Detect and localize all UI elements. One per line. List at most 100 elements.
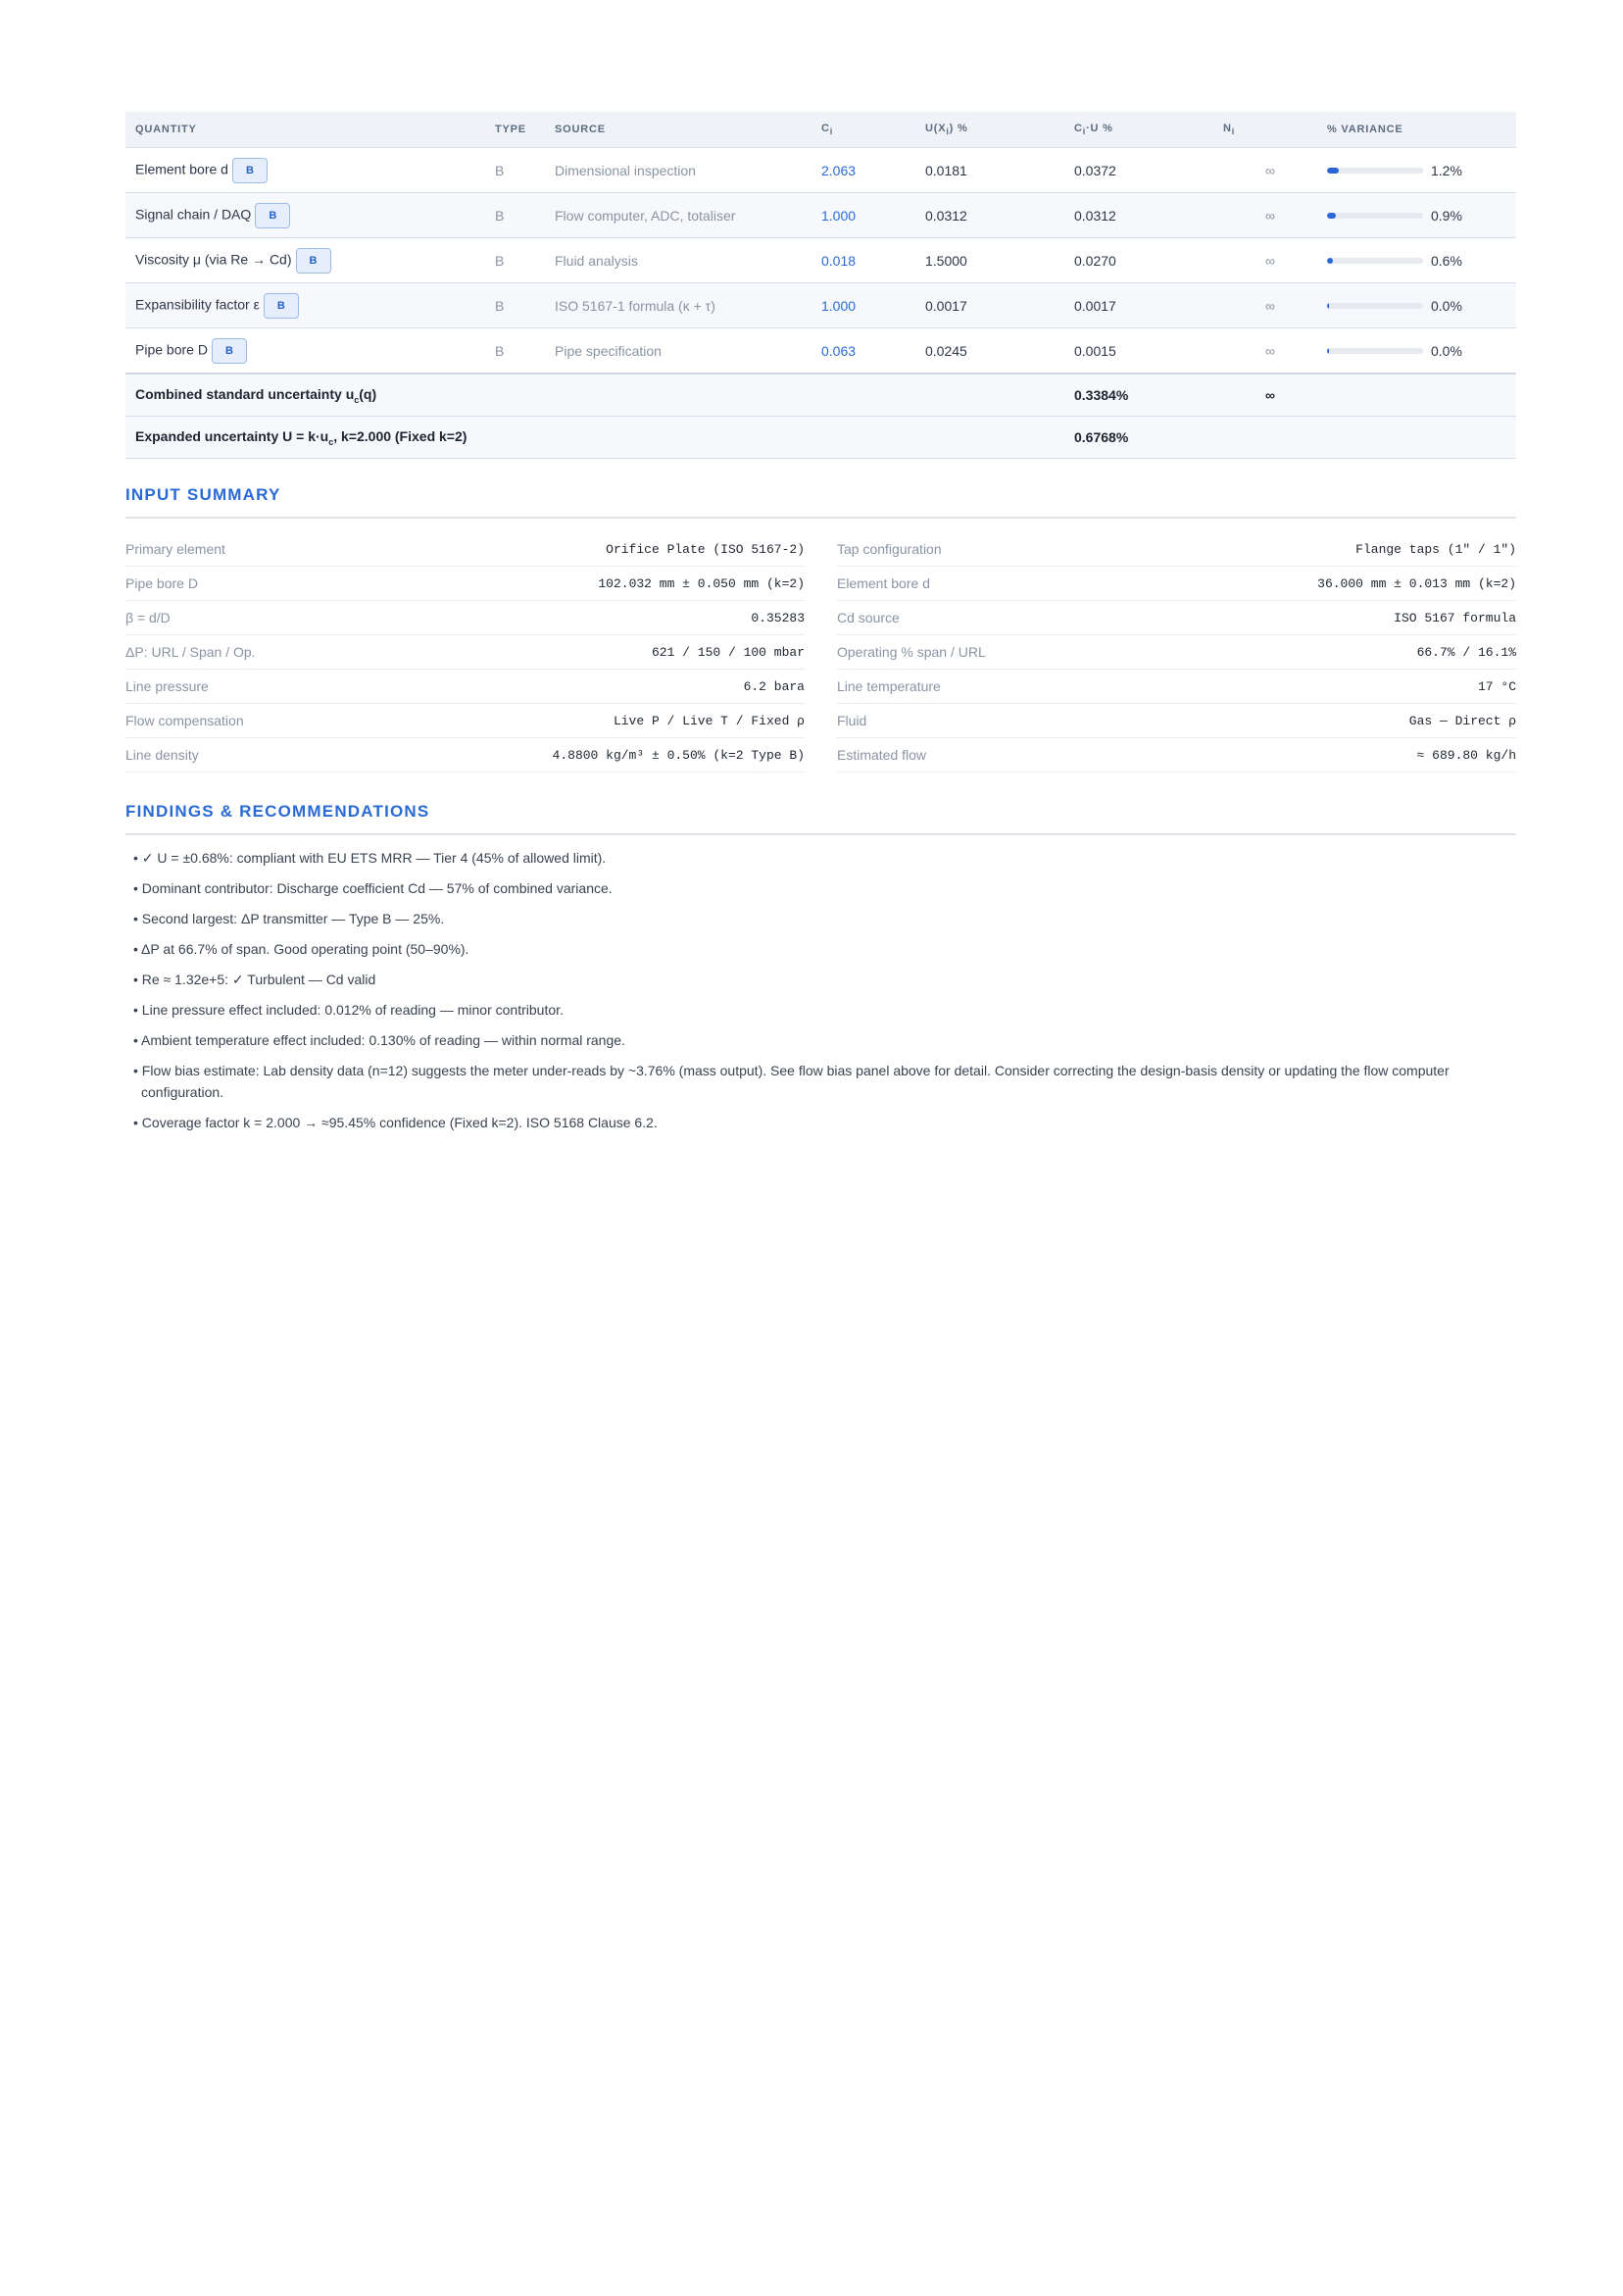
combined-ni: ∞: [1213, 373, 1317, 417]
summary-row: Primary element Orifice Plate (ISO 5167-2…: [125, 532, 805, 567]
type-badge[interactable]: B: [211, 337, 247, 364]
summary-row: Line density 4.8800 kg/m³ ± 0.50% (k=2 Ty…: [125, 738, 805, 773]
summary-row: Fluid Gas — Direct ρ: [837, 704, 1516, 738]
u-cell: 0.0017: [915, 282, 1064, 328]
source-cell: Fluid analysis: [545, 237, 812, 283]
summary-value: 6.2 bara: [743, 678, 805, 694]
expanded-value: 0.6768%: [1064, 416, 1213, 459]
type-badge[interactable]: B: [255, 202, 291, 228]
type-badge[interactable]: B: [231, 157, 268, 183]
finding-item: • Second largest: ΔP transmitter — Type …: [133, 911, 445, 926]
summary-value: Orifice Plate (ISO 5167-2): [606, 541, 805, 557]
ci-cell: 1.000: [812, 282, 915, 328]
ni-cell: ∞: [1213, 147, 1317, 193]
input-summary: Primary element Orifice Plate (ISO 5167-2…: [125, 532, 1516, 773]
summary-row: Line temperature 17 °C: [837, 670, 1516, 704]
variance-label: 0.6%: [1431, 252, 1462, 269]
quantity-label: Signal chain / DAQ: [135, 206, 252, 223]
variance-label: 0.0%: [1431, 297, 1462, 314]
variance-cell: 0.0%: [1317, 327, 1516, 374]
type-cell: B: [485, 282, 545, 328]
summary-row: β = d/D 0.35283: [125, 601, 805, 635]
ni-cell: ∞: [1213, 282, 1317, 328]
summary-label: Element bore d: [837, 575, 930, 591]
summary-value: ≈ 689.80 kg/h: [1416, 747, 1516, 763]
finding-item: • ΔP at 66.7% of span. Good operating po…: [133, 941, 469, 957]
ni-cell: ∞: [1213, 192, 1317, 238]
summary-row: Operating % span / URL 66.7% / 16.1%: [837, 635, 1516, 670]
variance-bar: [1327, 302, 1423, 309]
finding-item: • Re ≈ 1.32e+5: ✓ Turbulent — Cd valid: [133, 972, 376, 987]
summary-label: Line density: [125, 747, 199, 763]
ciu-cell: 0.0312: [1064, 192, 1213, 238]
variance-bar-fill: [1327, 257, 1333, 264]
summary-label: Line pressure: [125, 678, 209, 694]
col-ciu: Ci·U %: [1064, 112, 1213, 148]
col-variance: % VARIANCE: [1317, 112, 1516, 148]
u-cell: 0.0312: [915, 192, 1064, 238]
table-row: Expansibility factor ε B B ISO 5167-1 formu…: [125, 282, 1516, 328]
summary-row: Element bore d 36.000 mm ± 0.013 mm (k=2): [837, 567, 1516, 601]
ci-cell: 2.063: [812, 147, 915, 193]
summary-label: Primary element: [125, 541, 225, 557]
quantity-cell: Expansibility factor εB: [125, 282, 485, 328]
summary-label: Operating % span / URL: [837, 644, 986, 660]
summary-label: Fluid: [837, 713, 867, 728]
summary-value: Gas — Direct ρ: [1408, 713, 1516, 728]
summary-value: 621 / 150 / 100 mbar: [651, 644, 805, 660]
combined-uncertainty-row: Combined standard uncertainty uc(q) 0.33…: [125, 373, 1516, 417]
col-ci: Ci: [812, 112, 915, 148]
summary-label: Tap configuration: [837, 541, 942, 557]
combined-label: Combined standard uncertainty uc(q): [125, 373, 1064, 417]
variance-cell: 0.6%: [1317, 237, 1516, 283]
quantity-cell: Pipe bore DB: [125, 327, 485, 374]
variance-label: 0.9%: [1431, 207, 1462, 224]
ciu-cell: 0.0015: [1064, 327, 1213, 374]
summary-value: 102.032 mm ± 0.050 mm (k=2): [598, 575, 805, 591]
source-cell: Flow computer, ADC, totaliser: [545, 192, 812, 238]
variance-bar: [1327, 167, 1423, 174]
variance-label: 0.0%: [1431, 342, 1462, 359]
quantity-cell: Viscosity μ (via Re → Cd) B: [125, 237, 485, 283]
summary-label: Cd source: [837, 610, 900, 625]
summary-label: Line temperature: [837, 678, 941, 694]
expanded-empty: [1317, 416, 1516, 459]
ni-cell: ∞: [1213, 237, 1317, 283]
variance-bar: [1327, 257, 1423, 264]
u-cell: 0.0245: [915, 327, 1064, 374]
summary-value: 36.000 mm ± 0.013 mm (k=2): [1317, 575, 1516, 591]
summary-value: ISO 5167 formula: [1394, 610, 1516, 625]
ni-cell: ∞: [1213, 327, 1317, 374]
summary-label: β = d/D: [125, 610, 171, 625]
finding-item: • Line pressure effect included: 0.012% …: [133, 1002, 564, 1018]
type-cell: B: [485, 327, 545, 374]
col-source: SOURCE: [545, 112, 812, 148]
quantity-cell: Signal chain / DAQ B: [125, 192, 485, 238]
type-cell: B: [485, 237, 545, 283]
quantity-cell: Element bore dB: [125, 147, 485, 193]
table-row: Element bore d B B Dimensional inspection 2.…: [125, 147, 1516, 193]
ciu-cell: 0.0017: [1064, 282, 1213, 328]
u-cell: 0.0181: [915, 147, 1064, 193]
quantity-label: Viscosity μ (via Re → Cd): [135, 251, 292, 268]
col-ni: Ni: [1213, 112, 1317, 148]
summary-value: 4.8800 kg/m³ ± 0.50% (k=2 Type B): [552, 747, 805, 763]
quantity-label: Expansibility factor ε: [135, 296, 260, 313]
table-header-row: QUANTITY TYPE SOURCE Ci U(Xi) % Ci·U % N…: [125, 112, 1516, 148]
type-badge[interactable]: B: [295, 247, 331, 274]
summary-value: 17 °C: [1477, 678, 1516, 694]
source-cell: Dimensional inspection: [545, 147, 812, 193]
ci-cell: 1.000: [812, 192, 915, 238]
source-cell: ISO 5167-1 formula (κ + τ): [545, 282, 812, 328]
summary-value: Live P / Live T / Fixed ρ: [613, 713, 805, 728]
table-row: Pipe bore D B B Pipe specification 0.063 0.02…: [125, 327, 1516, 374]
u-cell: 1.5000: [915, 237, 1064, 283]
quantity-label: Element bore d: [135, 161, 228, 177]
summary-value: Flange taps (1" / 1"): [1355, 541, 1516, 557]
ci-cell: 0.018: [812, 237, 915, 283]
quantity-label: Pipe bore D: [135, 341, 208, 358]
variance-bar-fill: [1327, 212, 1336, 219]
type-badge[interactable]: B: [263, 292, 299, 319]
expanded-empty-ni: [1213, 416, 1317, 459]
finding-item: • Ambient temperature effect included: 0…: [133, 1032, 625, 1048]
